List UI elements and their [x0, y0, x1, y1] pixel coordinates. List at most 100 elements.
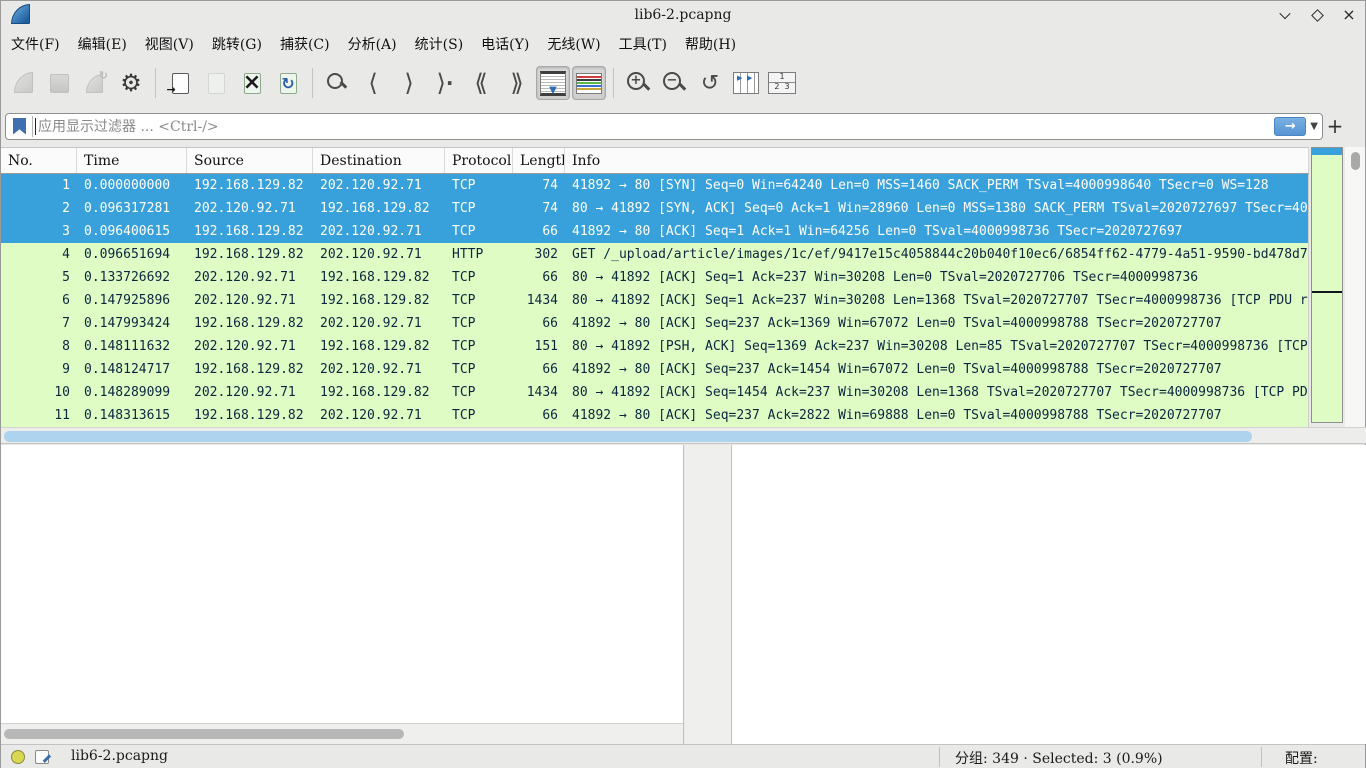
zoom-reset-button[interactable]: [693, 66, 727, 100]
packet-row[interactable]: 30.096400615192.168.129.82202.120.92.71T…: [1, 220, 1308, 243]
menu-item-1[interactable]: 编辑(E): [69, 31, 136, 57]
save-file-button: [199, 66, 233, 100]
colorize-button[interactable]: [572, 66, 606, 100]
go-to-packet-button[interactable]: [428, 66, 462, 100]
go-first-icon: [474, 69, 487, 97]
add-filter-button[interactable]: +: [1323, 114, 1347, 138]
menu-item-6[interactable]: 统计(S): [406, 31, 473, 57]
packet-row[interactable]: 100.148289099202.120.92.71192.168.129.82…: [1, 381, 1308, 404]
column-header-source[interactable]: Source: [187, 148, 313, 173]
capture-options-icon: [120, 71, 142, 95]
column-header-info[interactable]: Info: [565, 148, 1309, 173]
packet-list-hscrollbar-thumb[interactable]: [4, 431, 1252, 442]
column-header-protocol[interactable]: Protocol: [445, 148, 513, 173]
cell-length: 1434: [513, 381, 565, 404]
column-header-time[interactable]: Time: [77, 148, 187, 173]
packet-row[interactable]: 80.148111632202.120.92.71192.168.129.82T…: [1, 335, 1308, 358]
cell-info: 41892 → 80 [ACK] Seq=237 Ack=1454 Win=67…: [565, 358, 1308, 381]
vertical-scrollbar-thumb[interactable]: [1351, 152, 1360, 170]
packet-row[interactable]: 20.096317281202.120.92.71192.168.129.82T…: [1, 197, 1308, 220]
maximize-button[interactable]: [1309, 7, 1325, 23]
vertical-scrollbar[interactable]: [1345, 147, 1365, 427]
cell-info: 80 → 41892 [ACK] Seq=1 Ack=237 Win=30208…: [565, 289, 1308, 312]
cell-protocol: TCP: [445, 197, 513, 220]
display-filter-input[interactable]: 应用显示过滤器 ... <Ctrl-/> → ▼: [5, 113, 1323, 140]
cell-no: 7: [1, 312, 77, 335]
menu-item-9[interactable]: 工具(T): [610, 31, 676, 57]
reload-file-button[interactable]: [271, 66, 305, 100]
go-first-button[interactable]: [464, 66, 498, 100]
capture-options-button[interactable]: [114, 66, 148, 100]
cell-destination: 202.120.92.71: [313, 220, 445, 243]
start-capture-button: [6, 66, 40, 100]
menu-item-3[interactable]: 跳转(G): [203, 31, 271, 57]
menu-item-2[interactable]: 视图(V): [136, 31, 203, 57]
close-button[interactable]: ×: [1341, 7, 1357, 23]
packet-row[interactable]: 40.096651694192.168.129.82202.120.92.71H…: [1, 243, 1308, 266]
close-icon: ×: [1342, 7, 1355, 23]
status-bar: lib6-2.pcapng 分组: 349 · Selected: 3 (0.9…: [1, 744, 1365, 768]
cell-source: 192.168.129.82: [187, 243, 313, 266]
menu-item-10[interactable]: 帮助(H): [676, 31, 745, 57]
packet-bytes-pane[interactable]: [731, 445, 1366, 744]
details-hscrollbar-thumb[interactable]: [4, 729, 404, 739]
packet-minimap[interactable]: [1311, 147, 1343, 423]
minimize-icon: [1279, 8, 1290, 19]
cell-info: 41892 → 80 [ACK] Seq=237 Ack=1369 Win=67…: [565, 312, 1308, 335]
column-header-length[interactable]: Length: [513, 148, 565, 173]
cell-destination: 202.120.92.71: [313, 243, 445, 266]
close-file-button[interactable]: [235, 66, 269, 100]
details-hscrollbar[interactable]: [1, 723, 683, 744]
cell-protocol: HTTP: [445, 243, 513, 266]
minimize-button[interactable]: [1277, 7, 1293, 23]
cell-info: GET /_upload/article/images/1c/ef/9417e1…: [565, 243, 1308, 266]
capture-comment-icon[interactable]: [35, 750, 49, 764]
cell-time: 0.148289099: [77, 381, 187, 404]
status-profile[interactable]: 配置: Default: [1285, 748, 1365, 768]
status-separator: [939, 747, 940, 767]
apply-filter-button[interactable]: →: [1274, 117, 1306, 136]
cell-source: 202.120.92.71: [187, 335, 313, 358]
zoom-out-button[interactable]: [657, 66, 691, 100]
go-back-button[interactable]: [356, 66, 390, 100]
packet-row[interactable]: 50.133726692202.120.92.71192.168.129.82T…: [1, 266, 1308, 289]
go-last-button[interactable]: [500, 66, 534, 100]
cell-protocol: TCP: [445, 289, 513, 312]
packet-row[interactable]: 60.147925896202.120.92.71192.168.129.82T…: [1, 289, 1308, 312]
filter-dropdown-caret-icon[interactable]: ▼: [1310, 121, 1318, 132]
pane-splitter[interactable]: [685, 445, 731, 744]
cell-no: 1: [1, 174, 77, 197]
layout-button[interactable]: [765, 66, 799, 100]
packet-list-hscrollbar[interactable]: [1, 427, 1366, 444]
filter-placeholder: 应用显示过滤器 ... <Ctrl-/>: [38, 116, 219, 136]
packet-row[interactable]: 90.148124717192.168.129.82202.120.92.71T…: [1, 358, 1308, 381]
packet-details-pane[interactable]: [1, 445, 684, 744]
menu-item-8[interactable]: 无线(W): [538, 31, 609, 57]
cell-no: 5: [1, 266, 77, 289]
cell-info: 80 → 41892 [PSH, ACK] Seq=1369 Ack=237 W…: [565, 335, 1308, 358]
cell-source: 192.168.129.82: [187, 358, 313, 381]
packet-row[interactable]: 10.000000000192.168.129.82202.120.92.71T…: [1, 174, 1308, 197]
packet-row[interactable]: 110.148313615192.168.129.82202.120.92.71…: [1, 404, 1308, 427]
menu-item-4[interactable]: 捕获(C): [271, 31, 339, 57]
menu-item-7[interactable]: 电话(Y): [472, 31, 538, 57]
column-header-no[interactable]: No.: [1, 148, 77, 173]
auto-scroll-button[interactable]: [536, 66, 570, 100]
cell-source: 202.120.92.71: [187, 381, 313, 404]
find-packet-icon: [327, 77, 347, 89]
zoom-reset-icon: [701, 71, 719, 96]
go-forward-button[interactable]: [392, 66, 426, 100]
open-file-button[interactable]: [163, 66, 197, 100]
find-packet-button[interactable]: [320, 66, 354, 100]
zoom-in-button[interactable]: [621, 66, 655, 100]
filter-bookmark-icon[interactable]: [13, 118, 26, 135]
packet-row[interactable]: 70.147993424192.168.129.82202.120.92.71T…: [1, 312, 1308, 335]
cell-length: 66: [513, 266, 565, 289]
expert-info-icon[interactable]: [11, 750, 25, 764]
resize-columns-button[interactable]: [729, 66, 763, 100]
menu-item-0[interactable]: 文件(F): [2, 31, 69, 57]
column-header-destination[interactable]: Destination: [313, 148, 445, 173]
cell-source: 192.168.129.82: [187, 174, 313, 197]
restart-capture-icon: [84, 72, 106, 94]
menu-item-5[interactable]: 分析(A): [339, 31, 406, 57]
